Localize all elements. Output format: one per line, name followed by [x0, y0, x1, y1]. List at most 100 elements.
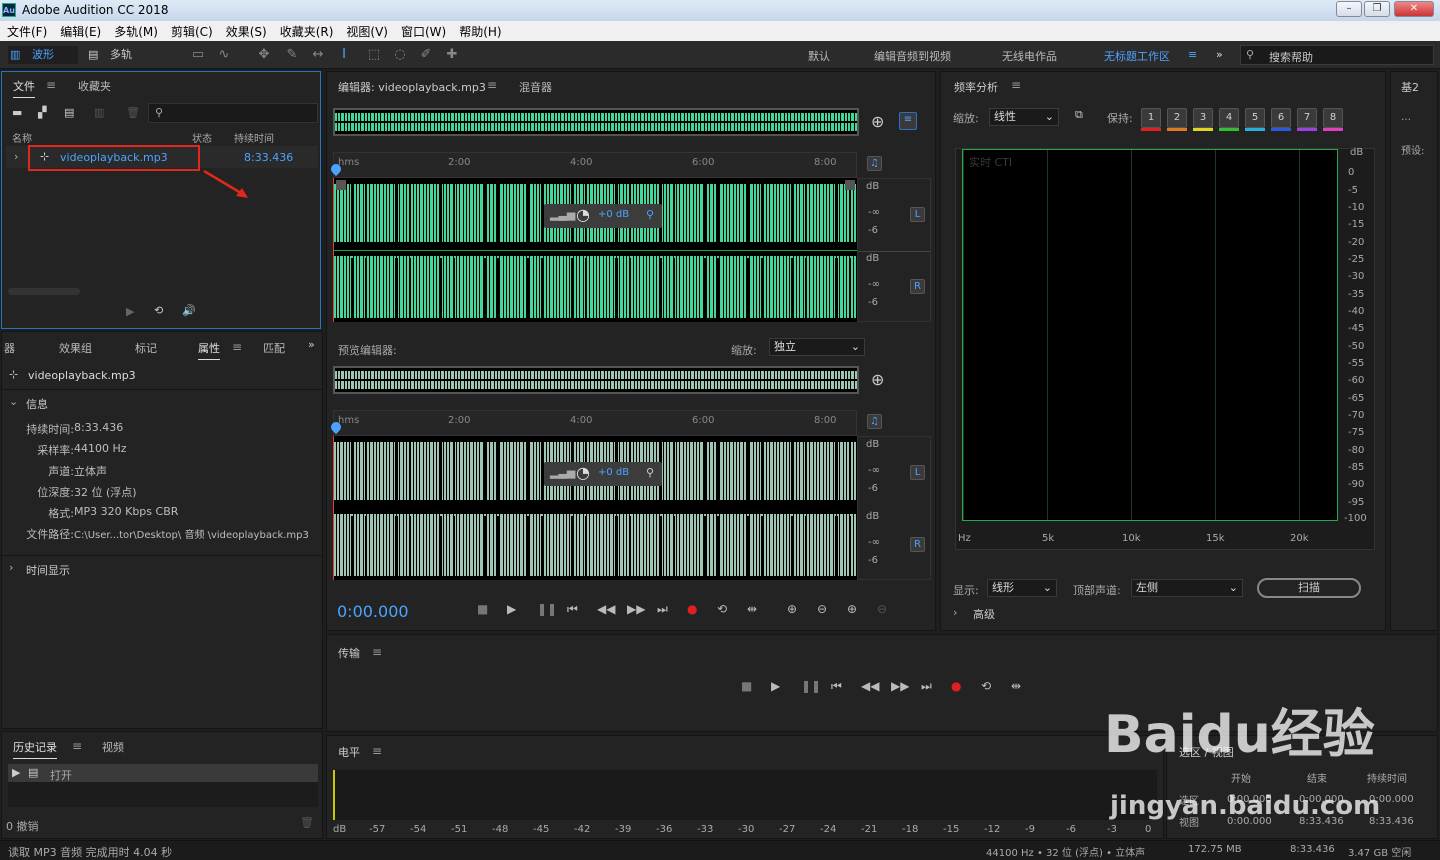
hold-button-6[interactable]: 6 — [1271, 108, 1291, 131]
brush-tool-icon[interactable]: ✐ — [418, 47, 434, 63]
menu-help[interactable]: 帮助(H) — [452, 21, 507, 40]
delete-icon[interactable]: 🗑 — [126, 106, 140, 119]
file-row[interactable]: › ⊹ videoplayback.mp3 8:33.436 — [6, 145, 318, 171]
col-duration-header[interactable]: 持续时间 — [234, 130, 274, 145]
menu-clip[interactable]: 剪辑(C) — [164, 21, 219, 40]
tab-properties[interactable]: 属性 — [198, 340, 220, 360]
workspace-menu-icon[interactable]: ≡ — [1188, 48, 1197, 61]
new-file-icon[interactable]: ▤ — [64, 106, 74, 119]
fade-in-handle[interactable] — [336, 180, 346, 190]
preview-overview[interactable] — [333, 366, 859, 394]
move-tool-icon[interactable]: ✥ — [256, 47, 272, 63]
fast-forward-icon[interactable]: ▶▶ — [891, 679, 909, 693]
hold-button-4[interactable]: 4 — [1219, 108, 1239, 131]
stop-icon[interactable]: ■ — [741, 679, 752, 693]
hold-button-1[interactable]: 1 — [1141, 108, 1161, 131]
advanced-section[interactable]: 高级 — [973, 606, 995, 622]
panel-menu-icon[interactable]: ≡ — [1011, 78, 1021, 92]
right-channel-button[interactable]: R — [910, 279, 925, 294]
zoom-out-time-icon[interactable]: ⊖ — [877, 602, 887, 616]
spot-healing-icon[interactable]: ✚ — [444, 47, 460, 63]
time-display-section[interactable]: 时间显示 — [26, 562, 70, 578]
fade-out-handle[interactable] — [845, 180, 855, 190]
hold-button-7[interactable]: 7 — [1297, 108, 1317, 131]
zoom-navigator-icon[interactable]: ⊕ — [871, 112, 884, 131]
go-to-end-icon[interactable]: ⏭ — [921, 679, 932, 694]
current-time-display[interactable]: 0:00.000 — [337, 602, 409, 621]
chevron-right-icon[interactable]: › — [9, 561, 13, 574]
time-selection-tool-icon[interactable]: I — [336, 47, 352, 63]
headphone-icon[interactable]: ♫ — [867, 414, 882, 429]
tab-video[interactable]: 视频 — [102, 739, 124, 755]
right-channel-button[interactable]: R — [910, 537, 925, 552]
left-channel-button[interactable]: L — [910, 465, 925, 480]
record-icon[interactable]: ● — [687, 602, 697, 616]
skip-selection-icon[interactable]: ⇹ — [1011, 679, 1021, 693]
pause-icon[interactable]: ❚❚ — [801, 679, 821, 693]
go-to-start-icon[interactable]: ⏮ — [567, 602, 578, 617]
tab-files[interactable]: 文件 — [13, 78, 35, 98]
tab-editor[interactable]: 编辑器: videoplayback.mp3 — [338, 79, 486, 95]
multitrack-view-button[interactable]: ▤ 多轨 — [88, 46, 148, 64]
tab-markers[interactable]: 标记 — [135, 340, 157, 356]
workspace-radio[interactable]: 无线电作品 — [1002, 48, 1057, 64]
panel-menu-icon[interactable]: ≡ — [372, 645, 382, 659]
panel-menu-icon[interactable]: ≡ — [72, 739, 82, 753]
minimize-button[interactable]: – — [1336, 1, 1362, 17]
fast-forward-icon[interactable]: ▶▶ — [627, 602, 645, 616]
pin-icon[interactable]: ⚲ — [646, 208, 654, 221]
files-search-input[interactable]: ⚲ — [148, 103, 318, 123]
preview-zoom-select[interactable]: 独立 ⌄ — [769, 338, 865, 356]
tab-effects-rack[interactable]: 器 — [4, 340, 15, 356]
menu-favorites[interactable]: 收藏夹(R) — [273, 21, 340, 40]
hold-button-2[interactable]: 2 — [1167, 108, 1187, 131]
close-button[interactable]: ✕ — [1394, 1, 1434, 17]
tab-favorites[interactable]: 收藏夹 — [78, 78, 111, 94]
go-to-start-icon[interactable]: ⏮ — [831, 679, 842, 694]
pin-icon[interactable]: ⚲ — [646, 466, 654, 479]
menu-window[interactable]: 窗口(W) — [394, 21, 452, 40]
chevron-down-icon[interactable]: ⌄ — [9, 395, 18, 408]
menu-effects[interactable]: 效果(S) — [219, 21, 273, 40]
spectral-display-icon[interactable]: ▭ — [190, 47, 206, 63]
col-name-header[interactable]: 名称 — [12, 130, 32, 145]
volume-knob-icon[interactable]: ◔ — [576, 205, 590, 224]
top-channel-select[interactable]: 左侧 ⌄ — [1131, 579, 1243, 597]
loop-icon[interactable]: ⟲ — [154, 304, 163, 317]
menu-edit[interactable]: 编辑(E) — [53, 21, 107, 40]
go-to-end-icon[interactable]: ⏭ — [657, 602, 668, 617]
waveform-view-button[interactable]: ▥ 波形 — [8, 46, 78, 64]
freq-zoom-select[interactable]: 线性 ⌄ — [989, 108, 1059, 126]
workspace-default[interactable]: 默认 — [808, 48, 830, 64]
more-tabs-icon[interactable]: » — [308, 338, 315, 351]
timeline-ruler[interactable]: hms 2:00 4:00 6:00 8:00 — [333, 152, 857, 178]
tab-match[interactable]: 匹配 — [263, 340, 285, 356]
hold-button-8[interactable]: 8 — [1323, 108, 1343, 131]
workspace-untitled[interactable]: 无标题工作区 — [1104, 48, 1170, 64]
panel-menu-icon[interactable]: ≡ — [46, 78, 56, 92]
hold-button-3[interactable]: 3 — [1193, 108, 1213, 131]
play-icon[interactable]: ▶ — [126, 305, 134, 318]
display-mode-select[interactable]: 线形 ⌄ — [987, 579, 1057, 597]
tab-effects-group[interactable]: 效果组 — [59, 340, 92, 356]
hud-volume[interactable]: ▂▃▅ ◔ +0 dB ⚲ — [544, 462, 662, 486]
horizontal-scrollbar[interactable] — [8, 288, 80, 295]
insert-icon[interactable]: ▥ — [94, 106, 104, 119]
maximize-button[interactable]: ❐ — [1364, 1, 1390, 17]
menu-view[interactable]: 视图(V) — [339, 21, 394, 40]
panel-menu-icon[interactable]: ≡ — [232, 340, 242, 354]
snapshot-icon[interactable]: ⧉ — [1075, 108, 1083, 122]
preview-ruler[interactable]: hms 2:00 4:00 6:00 8:00 — [333, 410, 857, 436]
file-name[interactable]: videoplayback.mp3 — [60, 151, 168, 164]
autoplay-icon[interactable]: 🔊 — [182, 304, 196, 317]
open-folder-icon[interactable]: ▬ — [12, 106, 22, 119]
import-icon[interactable]: ▞ — [38, 106, 46, 119]
loop-icon[interactable]: ⟲ — [981, 679, 991, 693]
rewind-icon[interactable]: ◀◀ — [861, 679, 879, 693]
zoom-out-amplitude-icon[interactable]: ⊖ — [817, 602, 827, 616]
tab-mixer[interactable]: 混音器 — [519, 79, 552, 95]
panel-menu-icon[interactable]: ≡ — [487, 78, 497, 92]
loop-icon[interactable]: ⟲ — [717, 602, 727, 616]
chevron-right-icon[interactable]: › — [953, 606, 957, 619]
expand-chevron-icon[interactable]: › — [14, 150, 18, 163]
